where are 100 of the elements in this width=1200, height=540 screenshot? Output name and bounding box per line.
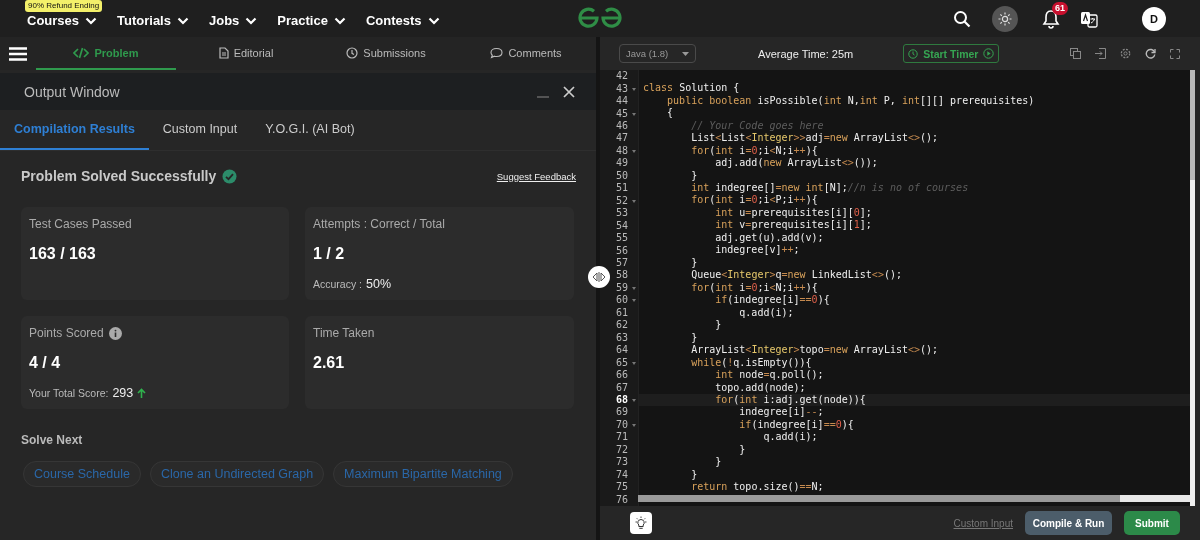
theme-toggle[interactable]	[992, 5, 1018, 32]
code-line[interactable]: }	[643, 443, 746, 457]
line-number: 72	[615, 443, 629, 456]
search-icon[interactable]	[953, 9, 971, 28]
code-editor[interactable]	[600, 70, 1195, 506]
code-line[interactable]: indegree[i]--;	[643, 406, 824, 419]
code-line[interactable]: return topo.size()==N;	[643, 481, 824, 494]
section-heading: Solve Next	[21, 433, 84, 447]
line-number: 52	[615, 194, 637, 207]
language-select[interactable]: Java (1.8)	[619, 44, 696, 63]
close-icon[interactable]	[562, 84, 576, 99]
line-number: 48	[615, 144, 637, 157]
line-number: 60	[615, 294, 637, 307]
lightbulb-icon	[634, 516, 648, 530]
note-label: Your Total Score:	[29, 387, 109, 399]
expand-icon[interactable]	[1170, 48, 1180, 59]
code-line[interactable]: int node=q.poll();	[643, 369, 824, 382]
stat-label: Time Taken	[313, 326, 375, 340]
compile-run-button[interactable]: Compile & Run	[1025, 511, 1112, 535]
code-line[interactable]: while(!q.isEmpty()){	[643, 356, 812, 370]
line-number: 51	[615, 182, 629, 195]
nav-menu[interactable]: Tutorials	[117, 9, 189, 28]
code-line[interactable]: adj.add(new ArrayList<>());	[643, 157, 878, 170]
import-icon[interactable]	[1095, 48, 1106, 59]
settings-icon[interactable]	[1120, 48, 1131, 59]
line-number: 59	[615, 281, 637, 294]
document-icon	[218, 46, 229, 59]
code-line[interactable]: }	[643, 169, 698, 182]
code-line[interactable]: q.add(i);	[643, 306, 794, 320]
stat-value: 4 / 4	[29, 354, 62, 372]
translate-icon[interactable]	[1080, 9, 1098, 28]
average-time: Average Time: 25m	[758, 47, 854, 60]
note-label: Accuracy :	[313, 278, 362, 290]
feedback-link[interactable]: Suggest Feedback	[496, 170, 576, 182]
line-number: 50	[615, 169, 629, 182]
chevron-icon	[176, 16, 189, 25]
avatar[interactable]: D	[1142, 6, 1166, 31]
code-line[interactable]: indegree[v]++;	[643, 244, 800, 257]
horizontal-scrollbar[interactable]	[638, 495, 1190, 502]
output-tab[interactable]: Compilation Results	[0, 110, 149, 150]
line-number: 53	[615, 207, 629, 220]
line-number: 69	[615, 406, 629, 419]
note-value: 50%	[366, 277, 392, 291]
code-line[interactable]: adj.get(u).add(v);	[643, 231, 824, 245]
nav-menu[interactable]: Jobs	[208, 9, 258, 28]
line-number: 68	[615, 394, 637, 406]
nav-menu[interactable]: Courses	[27, 9, 98, 28]
output-tab[interactable]: Custom Input	[148, 110, 252, 150]
code-line[interactable]: {	[643, 107, 674, 120]
code-line[interactable]: }	[643, 468, 698, 482]
status-message: Problem Solved Successfully	[21, 168, 217, 184]
promo-badge: 90% Refund Ending	[25, 0, 103, 12]
stat-label: Test Cases Passed	[29, 217, 132, 231]
code-line[interactable]: }	[643, 256, 698, 270]
line-number: 76	[615, 493, 629, 506]
refresh-icon[interactable]	[1145, 48, 1156, 59]
code-line[interactable]: int u=prerequisites[i][0];	[643, 206, 872, 220]
nav-menu[interactable]: Contests	[365, 9, 440, 28]
stat-value: 1 / 2	[313, 245, 346, 263]
problem-tab[interactable]: Problem	[36, 37, 176, 70]
code-line[interactable]: for(int i=0;i<P;i++){	[643, 194, 818, 207]
submit-button[interactable]: Submit	[1124, 511, 1180, 535]
code-line[interactable]: int v=prerequisites[i][1];	[643, 219, 872, 232]
clock-icon	[346, 46, 359, 59]
line-number: 49	[615, 157, 629, 170]
code-line[interactable]: topo.add(node);	[643, 381, 806, 394]
code-line[interactable]: ArrayList<Integer>topo=new ArrayList<>();	[643, 344, 939, 357]
code-line[interactable]: for(int i=0;i<N;i++){	[643, 144, 818, 158]
vertical-scrollbar[interactable]	[1190, 70, 1195, 506]
logo-icon[interactable]	[577, 7, 623, 29]
code-line[interactable]: q.add(i);	[643, 431, 818, 444]
code-line[interactable]: Queue<Integer>q=new LinkedList<>();	[643, 269, 902, 282]
hint-button[interactable]	[630, 512, 652, 534]
code-line[interactable]: for(int i:adj.get(node)){	[643, 394, 866, 407]
code-line[interactable]: int indegree[]=new int[N];//n is no of courses	[643, 182, 969, 195]
problem-tab[interactable]: Editorial	[176, 37, 316, 70]
line-number: 65	[615, 356, 637, 369]
code-line[interactable]: public boolean isPossible(int N,int P, int[][] prerequisites)	[643, 94, 1035, 108]
line-number: 54	[615, 219, 629, 232]
line-number: 75	[615, 481, 629, 494]
output-tab[interactable]: Y.O.G.I. (AI Bot)	[251, 110, 369, 150]
code-line[interactable]: if(indegree[i]==0){	[643, 294, 830, 307]
info-icon[interactable]	[108, 326, 122, 340]
problem-tab[interactable]: Comments	[456, 37, 596, 70]
chevron-icon	[85, 16, 98, 25]
problem-tab[interactable]: Submissions	[316, 37, 456, 70]
line-number: 47	[615, 132, 629, 145]
nav-menu[interactable]: Practice	[277, 9, 346, 28]
code-line[interactable]: class Solution {	[643, 82, 740, 95]
code-line[interactable]: List<List<Integer>>adj=new ArrayList<>();	[643, 132, 939, 145]
menu-icon	[9, 46, 27, 61]
code-line[interactable]: if(indegree[i]==0){	[643, 418, 854, 432]
copy-icon[interactable]	[1070, 48, 1081, 59]
code-line[interactable]: }	[643, 456, 722, 469]
note-value: 293	[112, 386, 134, 400]
code-line[interactable]: }	[643, 331, 698, 345]
code-line[interactable]: }	[643, 319, 722, 332]
start-timer-button[interactable]: Start Timer	[903, 44, 1000, 63]
code-line[interactable]: for(int i=0;i<N;i++){	[643, 281, 818, 295]
resize-icon	[592, 272, 606, 282]
